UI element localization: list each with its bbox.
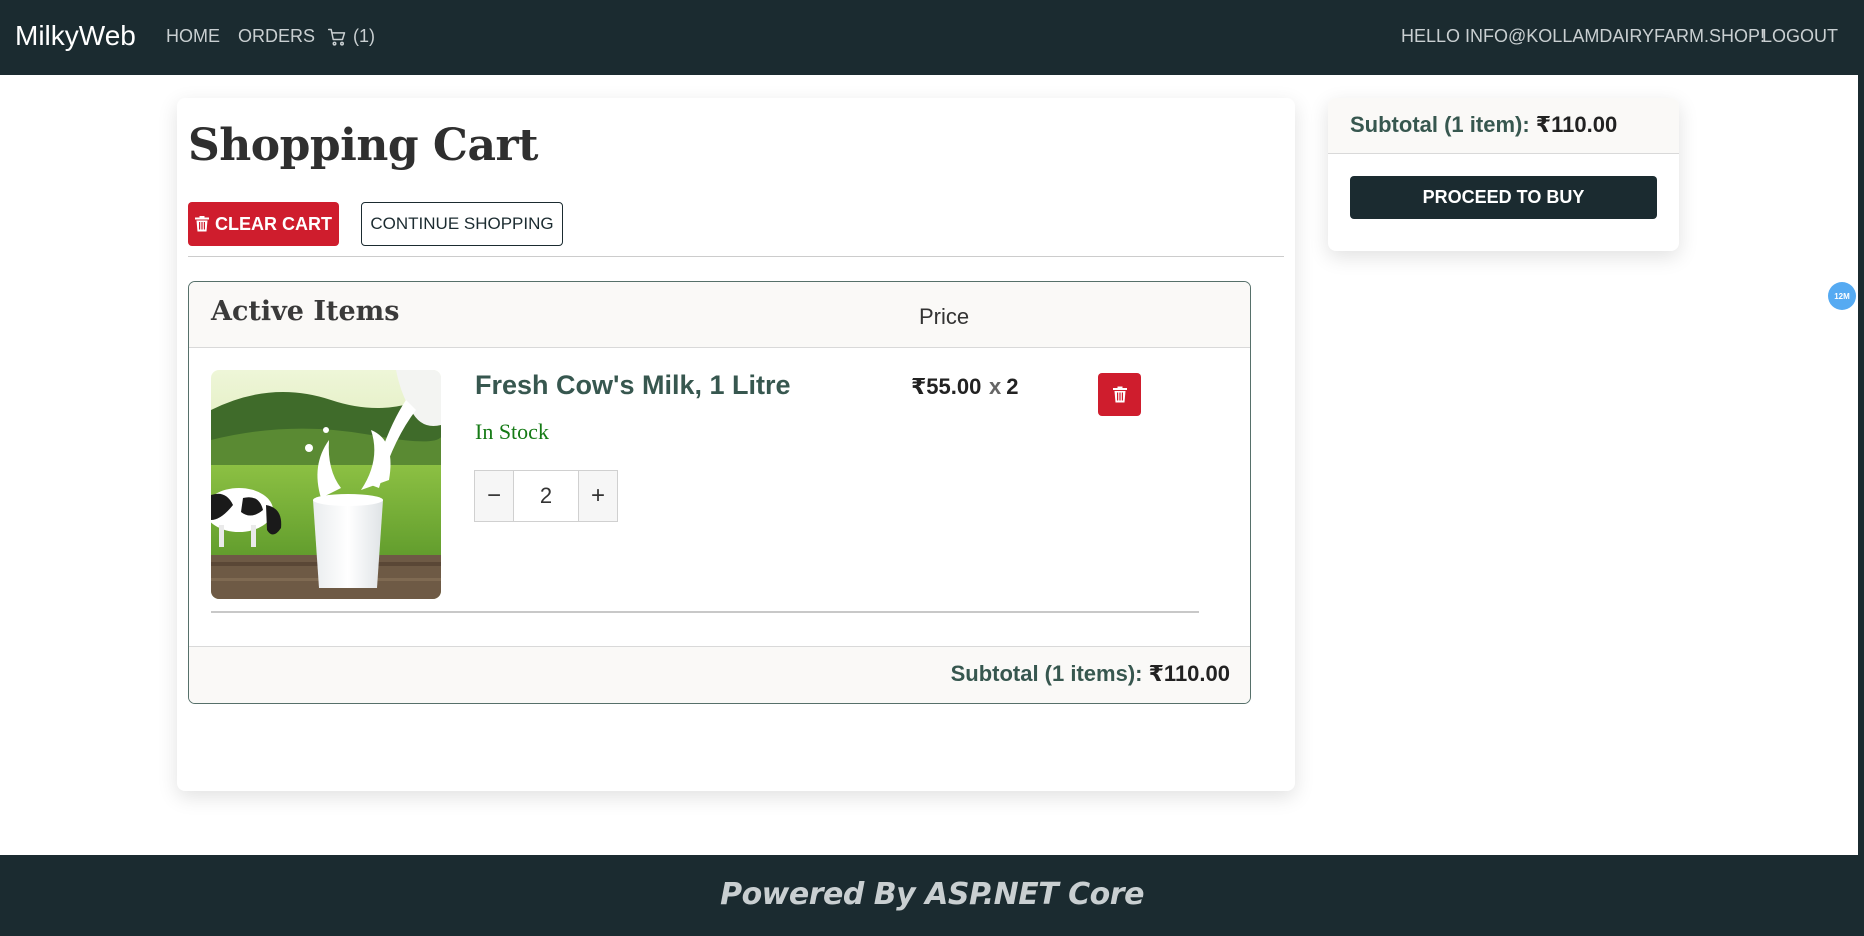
quantity-stepper: − 2 + — [474, 470, 618, 522]
cart-icon — [327, 28, 346, 46]
divider — [188, 256, 1284, 257]
logout-link[interactable]: LOGOUT — [1762, 26, 1838, 47]
summary-subtotal-amount: ₹110.00 — [1535, 112, 1618, 137]
quantity-input[interactable]: 2 — [513, 471, 579, 521]
active-items-title: Active Items — [211, 296, 400, 327]
order-summary-header: Subtotal (1 item): ₹110.00 — [1328, 98, 1679, 154]
nav-orders-link[interactable]: ORDERS — [238, 26, 315, 47]
summary-subtotal: Subtotal (1 item): ₹110.00 — [1350, 112, 1617, 138]
summary-subtotal-label: Subtotal (1 item): — [1350, 112, 1530, 137]
active-items-panel: Active Items Price Fresh Cow's Milk, 1 L… — [188, 281, 1251, 704]
trash-icon — [195, 216, 209, 232]
brand-logo[interactable]: MilkyWeb — [15, 20, 136, 52]
proceed-to-buy-button[interactable]: PROCEED TO BUY — [1350, 176, 1657, 219]
top-navbar: MilkyWeb HOME ORDERS (1) HELLO INFO@KOLL… — [0, 0, 1858, 75]
footer-text: Powered By ASP.NET Core — [720, 877, 1144, 912]
nav-cart-link[interactable]: (1) — [327, 26, 375, 47]
qty-prefix: x — [989, 374, 1002, 399]
price-column-header: Price — [919, 304, 970, 329]
unit-price: ₹55.00 — [911, 374, 982, 399]
page-edge — [1858, 0, 1864, 855]
page-title: Shopping Cart — [188, 120, 538, 171]
trash-icon — [1112, 386, 1127, 403]
qty-value: 2 — [1006, 374, 1019, 399]
cart-subtotal-label: Subtotal (1 items): — [950, 661, 1143, 686]
continue-shopping-button[interactable]: CONTINUE SHOPPING — [361, 202, 563, 246]
milk-product-image[interactable] — [211, 370, 441, 599]
cart-subtotal-amount: ₹110.00 — [1148, 661, 1230, 686]
remove-item-button[interactable] — [1098, 373, 1141, 416]
order-summary-card: Subtotal (1 item): ₹110.00 PROCEED TO BU… — [1328, 98, 1679, 251]
product-name-link[interactable]: Fresh Cow's Milk, 1 Litre — [475, 370, 791, 401]
cart-subtotal: Subtotal (1 items): ₹110.00 — [951, 661, 1230, 687]
stock-status: In Stock — [475, 419, 549, 444]
nav-home-link[interactable]: HOME — [166, 26, 220, 47]
quantity-label: x2 — [989, 374, 1019, 400]
cart-card: Shopping Cart CLEAR CART CONTINUE SHOPPI… — [177, 98, 1295, 791]
clear-cart-button[interactable]: CLEAR CART — [188, 202, 339, 246]
increase-quantity-button[interactable]: + — [579, 471, 617, 521]
user-greeting-link[interactable]: HELLO INFO@KOLLAMDAIRYFARM.SHOP! — [1401, 26, 1765, 47]
active-items-header: Active Items Price — [189, 282, 1250, 348]
clear-cart-label: CLEAR CART — [215, 213, 332, 234]
item-divider — [211, 611, 1199, 613]
floating-extension-badge[interactable]: 12M — [1828, 282, 1856, 310]
decrease-quantity-button[interactable]: − — [475, 471, 513, 521]
cart-count: (1) — [353, 26, 375, 46]
active-items-footer: Subtotal (1 items): ₹110.00 — [189, 646, 1250, 703]
page-footer: Powered By ASP.NET Core — [0, 855, 1864, 936]
